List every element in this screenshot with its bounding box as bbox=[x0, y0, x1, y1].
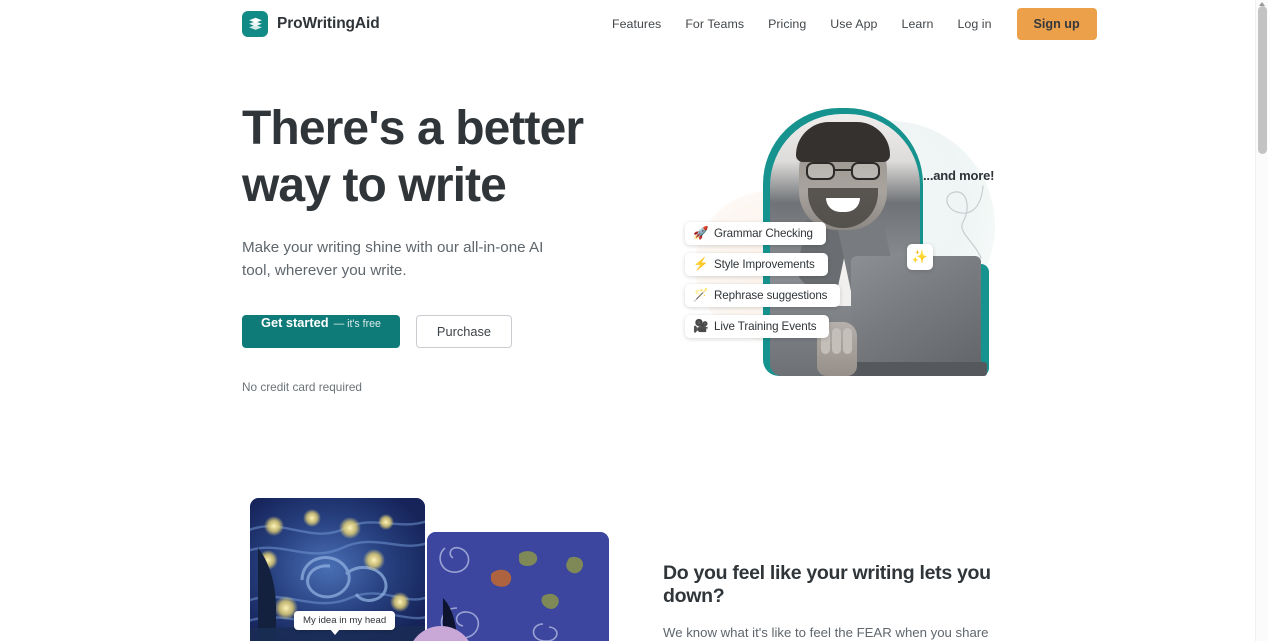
rocket-icon: 🚀 bbox=[693, 226, 709, 241]
nav-link-learn[interactable]: Learn bbox=[890, 11, 946, 37]
page-scrollbar[interactable] bbox=[1255, 0, 1268, 641]
get-started-label: Get started bbox=[261, 315, 329, 330]
prowritingaid-logo-icon bbox=[242, 11, 268, 37]
person-hair bbox=[796, 122, 890, 162]
brand-name: ProWritingAid bbox=[277, 15, 380, 32]
get-started-button[interactable]: Get started — it's free bbox=[242, 315, 400, 348]
idea-caption-bubble: My idea in my head bbox=[294, 611, 396, 635]
feature-pill-list: 🚀 Grammar Checking ⚡ Style Improvements … bbox=[685, 222, 875, 346]
hero-section: There's a better way to write Make your … bbox=[0, 0, 1255, 495]
starry-night-comparison-illustration: My idea in my head bbox=[250, 498, 625, 641]
crude-drawing-image bbox=[427, 532, 609, 641]
problem-copy: Do you feel like your writing lets you d… bbox=[663, 562, 1023, 641]
scrollbar-thumb[interactable] bbox=[1258, 6, 1267, 154]
laptop-base bbox=[841, 362, 987, 376]
get-started-suffix: — it's free bbox=[333, 318, 381, 330]
landing-page: ProWritingAid Features For Teams Pricing… bbox=[0, 0, 1268, 641]
video-camera-icon: 🎥 bbox=[693, 319, 709, 334]
glasses-lens-left bbox=[806, 162, 835, 180]
main-navigation: Features For Teams Pricing Use App Learn… bbox=[600, 0, 1097, 48]
lightning-icon: ⚡ bbox=[693, 257, 709, 272]
nav-link-log-in[interactable]: Log in bbox=[945, 11, 1003, 37]
feature-label: Rephrase suggestions bbox=[714, 289, 828, 302]
hero-title: There's a better way to write bbox=[242, 102, 584, 212]
feature-pill-rephrase-suggestions: 🪄 Rephrase suggestions bbox=[685, 284, 841, 307]
and-more-annotation: ...and more! bbox=[923, 168, 995, 183]
no-credit-card-note: No credit card required bbox=[242, 380, 362, 394]
hero-cta-group: Get started — it's free Purchase bbox=[242, 315, 642, 348]
hero-illustration: 🚀 Grammar Checking ⚡ Style Improvements … bbox=[655, 96, 1035, 396]
sign-up-button[interactable]: Sign up bbox=[1016, 8, 1097, 40]
site-header: ProWritingAid Features For Teams Pricing… bbox=[0, 0, 1255, 48]
problem-section: My idea in my head Do you feel like your… bbox=[0, 470, 1255, 641]
feature-pill-grammar-checking: 🚀 Grammar Checking bbox=[685, 222, 826, 245]
nav-link-pricing[interactable]: Pricing bbox=[756, 11, 818, 37]
glasses-lens-right bbox=[851, 162, 880, 180]
hero-subtitle: Make your writing shine with our all-in-… bbox=[242, 239, 544, 279]
nav-link-use-app[interactable]: Use App bbox=[818, 11, 889, 37]
feature-pill-style-improvements: ⚡ Style Improvements bbox=[685, 253, 828, 276]
nav-link-for-teams[interactable]: For Teams bbox=[673, 11, 756, 37]
magic-wand-icon: 🪄 bbox=[693, 288, 709, 303]
person-glasses bbox=[806, 162, 880, 180]
feature-label: Live Training Events bbox=[714, 320, 817, 333]
hand-drawn-arrow-icon bbox=[946, 185, 984, 259]
feature-pill-live-training-events: 🎥 Live Training Events bbox=[685, 315, 830, 338]
problem-heading: Do you feel like your writing lets you d… bbox=[663, 562, 991, 607]
purchase-button[interactable]: Purchase bbox=[415, 315, 512, 348]
nav-link-features[interactable]: Features bbox=[600, 11, 673, 37]
starry-night-painting-image: My idea in my head bbox=[250, 498, 425, 641]
brand-logo-link[interactable]: ProWritingAid bbox=[242, 11, 380, 37]
problem-body-text: We know what it's like to feel the FEAR … bbox=[663, 625, 989, 640]
feature-label: Style Improvements bbox=[714, 258, 815, 271]
hero-copy: There's a better way to write Make your … bbox=[242, 100, 642, 394]
glasses-bridge bbox=[835, 169, 851, 172]
feature-label: Grammar Checking bbox=[714, 227, 813, 240]
sparkle-badge: ✨ bbox=[907, 244, 933, 270]
